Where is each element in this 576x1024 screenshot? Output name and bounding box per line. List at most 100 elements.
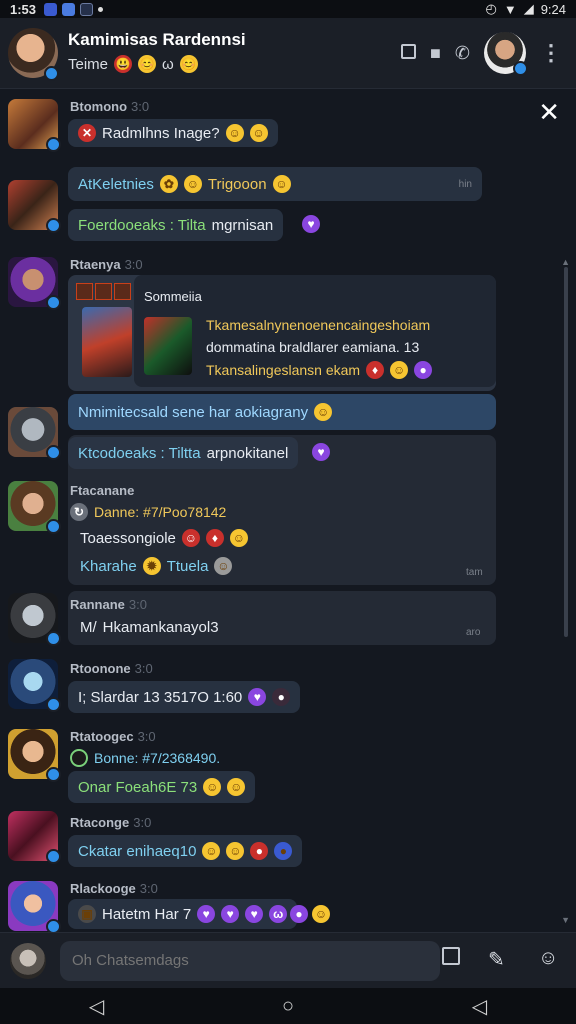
video-call-icon[interactable]: ■: [430, 43, 441, 64]
sender-avatar[interactable]: [8, 881, 61, 932]
status-icon: [70, 749, 88, 767]
card-details: Sommeiia Tkamesalnynenoenencaingeshoiam …: [134, 275, 496, 387]
message-bubble[interactable]: Ckatar enihaeq10 ☺ ☺ ● ●: [68, 835, 303, 867]
dot-icon: [98, 6, 104, 12]
message-composer: ✎ ☺: [0, 932, 576, 989]
emoji-icon: ✹: [142, 557, 161, 575]
sender-avatar[interactable]: [8, 180, 61, 233]
home-icon[interactable]: ○: [282, 995, 294, 1018]
sender-name: Rtoonone 3:0: [70, 661, 153, 676]
card-thumbnails: [76, 283, 134, 383]
message-list[interactable]: ✕ ▲ ▼ Btomono 3:0 ✕ Radmlhns Inage? ☺ ☺ A…: [0, 89, 576, 932]
message-bubble[interactable]: AtKeletnies ✿ ☺ Trigooon ☺ hin: [68, 167, 482, 201]
chat-subtitle: Teime 😃 😊 ω 😊: [68, 55, 198, 73]
message-line: Bonne: #7/2368490.: [70, 749, 220, 767]
message-text: Foerdooeaks : Tilta: [78, 216, 206, 234]
message-line: M/Hkamankanayol3: [80, 619, 219, 636]
reaction-icon[interactable]: ☺: [312, 905, 330, 923]
chat-title[interactable]: Kamimisas Rardennsi: [68, 30, 246, 50]
emoji-icon: ✕: [78, 124, 96, 142]
message-text: Hatetm Har 7: [102, 905, 192, 923]
message-text: Radmlhns Inage?: [102, 124, 220, 142]
emoji-icon: ♦: [366, 361, 385, 379]
subtitle-text: Teime: [68, 55, 109, 73]
user-avatar[interactable]: [10, 943, 46, 979]
notification-icon: [62, 2, 76, 16]
emoji-icon: ☺: [202, 842, 221, 860]
emoji-icon: ω: [269, 905, 288, 923]
emoji-icon: ☺: [229, 529, 248, 547]
sender-avatar[interactable]: [8, 729, 61, 782]
sender-avatar[interactable]: [8, 481, 61, 534]
message-line: ↻ Danne: #7/Poo78142: [70, 503, 226, 521]
message-text: mgrnisan: [211, 216, 274, 234]
emoji-icon: ☺: [226, 842, 245, 860]
message-text: Ckatar enihaeq10: [78, 842, 197, 860]
sender-avatar[interactable]: [8, 593, 61, 646]
message-bubble[interactable]: ✕ Radmlhns Inage? ☺ ☺: [68, 119, 278, 147]
reaction-icon[interactable]: ♥: [312, 443, 330, 461]
message-bubble[interactable]: Onar Foeah6E 73 ☺ ☺: [68, 771, 256, 803]
emoji-icon: ♥: [197, 905, 216, 923]
reaction-icon[interactable]: ●: [290, 905, 308, 923]
message-text: arpnokitanel: [206, 444, 289, 462]
emoji-icon: ☺: [214, 557, 233, 575]
navigation-bar: ◁ ○ ◁: [0, 988, 576, 1024]
emoji-picker-icon[interactable]: ☺: [538, 947, 558, 970]
emoji-icon: ✿: [159, 175, 178, 193]
verified-badge-icon: [44, 66, 59, 81]
reaction-icon[interactable]: ♥: [302, 215, 320, 233]
card-line: Tkansalingeslansn ekam ♦ ☺ ●: [206, 361, 433, 379]
info-icon[interactable]: [401, 43, 417, 64]
sender-avatar[interactable]: [8, 99, 61, 152]
message-line: Toaessongiole ☺ ♦ ☺: [80, 529, 248, 547]
emoji-icon: ☺: [183, 175, 202, 193]
emoji-icon: 😃: [114, 55, 133, 73]
sender-avatar[interactable]: [8, 659, 61, 712]
close-icon[interactable]: ✕: [538, 97, 560, 128]
game-card[interactable]: Sommeiia Tkamesalnynenoenencaingeshoiam …: [68, 275, 496, 391]
emoji-icon: ☺: [249, 124, 268, 142]
message-bubble[interactable]: Ktcodoeaks : Tiltta arpnokitanel: [68, 437, 299, 469]
message-bubble[interactable]: ▣ Hatetm Har 7 ♥ ♥ ♥ ω: [68, 899, 298, 929]
message-text: I; Slardar 13 3517O 1:60: [78, 688, 243, 706]
scroll-down-icon[interactable]: ▼: [561, 915, 570, 925]
message-bubble[interactable]: Foerdooeaks : Tilta mgrnisan: [68, 209, 284, 241]
sender-name: Rtatoogec 3:0: [70, 729, 156, 744]
sticker-icon[interactable]: [442, 947, 460, 971]
contact-avatar[interactable]: [484, 32, 528, 76]
emoji-icon: ☺: [181, 529, 200, 547]
sender-name: Btomono 3:0: [70, 99, 150, 114]
sender-avatar[interactable]: [8, 257, 61, 310]
attach-icon[interactable]: ✎: [488, 947, 505, 972]
chat-header: Kamimisas Rardennsi Teime 😃 😊 ω 😊 ■ ✆ ⋮: [0, 18, 576, 89]
scroll-up-icon[interactable]: ▲: [561, 257, 570, 267]
message-time: aro: [466, 627, 481, 638]
card-title: Sommeiia: [144, 289, 202, 304]
item-icon: [76, 283, 93, 300]
more-menu-icon[interactable]: ⋮: [540, 40, 562, 66]
sender-avatar[interactable]: [8, 811, 61, 864]
alarm-icon: ◴: [485, 1, 497, 16]
emoji-icon: ●: [272, 688, 291, 706]
sender-name: Rannane 3:0: [70, 597, 147, 612]
emoji-icon: ●: [250, 842, 269, 860]
notification-icon: [44, 2, 58, 16]
emoji-icon: ♥: [245, 905, 264, 923]
emoji-icon: ●: [274, 842, 293, 860]
back-icon[interactable]: ◁: [89, 994, 104, 1019]
emoji-icon: ☺: [390, 361, 409, 379]
emoji-icon: ♦: [205, 529, 224, 547]
message-text: Ktcodoeaks : Tiltta: [78, 444, 201, 462]
message-bubble[interactable]: Nmimitecsald sene har aokiagrany ☺: [68, 394, 496, 430]
recents-icon[interactable]: ◁: [472, 994, 487, 1019]
sender-avatar[interactable]: [8, 407, 61, 460]
phone-icon[interactable]: ✆: [455, 43, 470, 64]
sender-name: Rtaconge 3:0: [70, 815, 152, 830]
message-input[interactable]: [60, 941, 440, 981]
status-bar: 1:53 ◴ ▼ ◢ 9:24: [0, 0, 576, 18]
item-icon: [95, 283, 112, 300]
scrollbar[interactable]: [564, 267, 568, 637]
message-bubble[interactable]: I; Slardar 13 3517O 1:60 ♥ ●: [68, 681, 301, 713]
message-text: Onar Foeah6E 73: [78, 778, 198, 796]
